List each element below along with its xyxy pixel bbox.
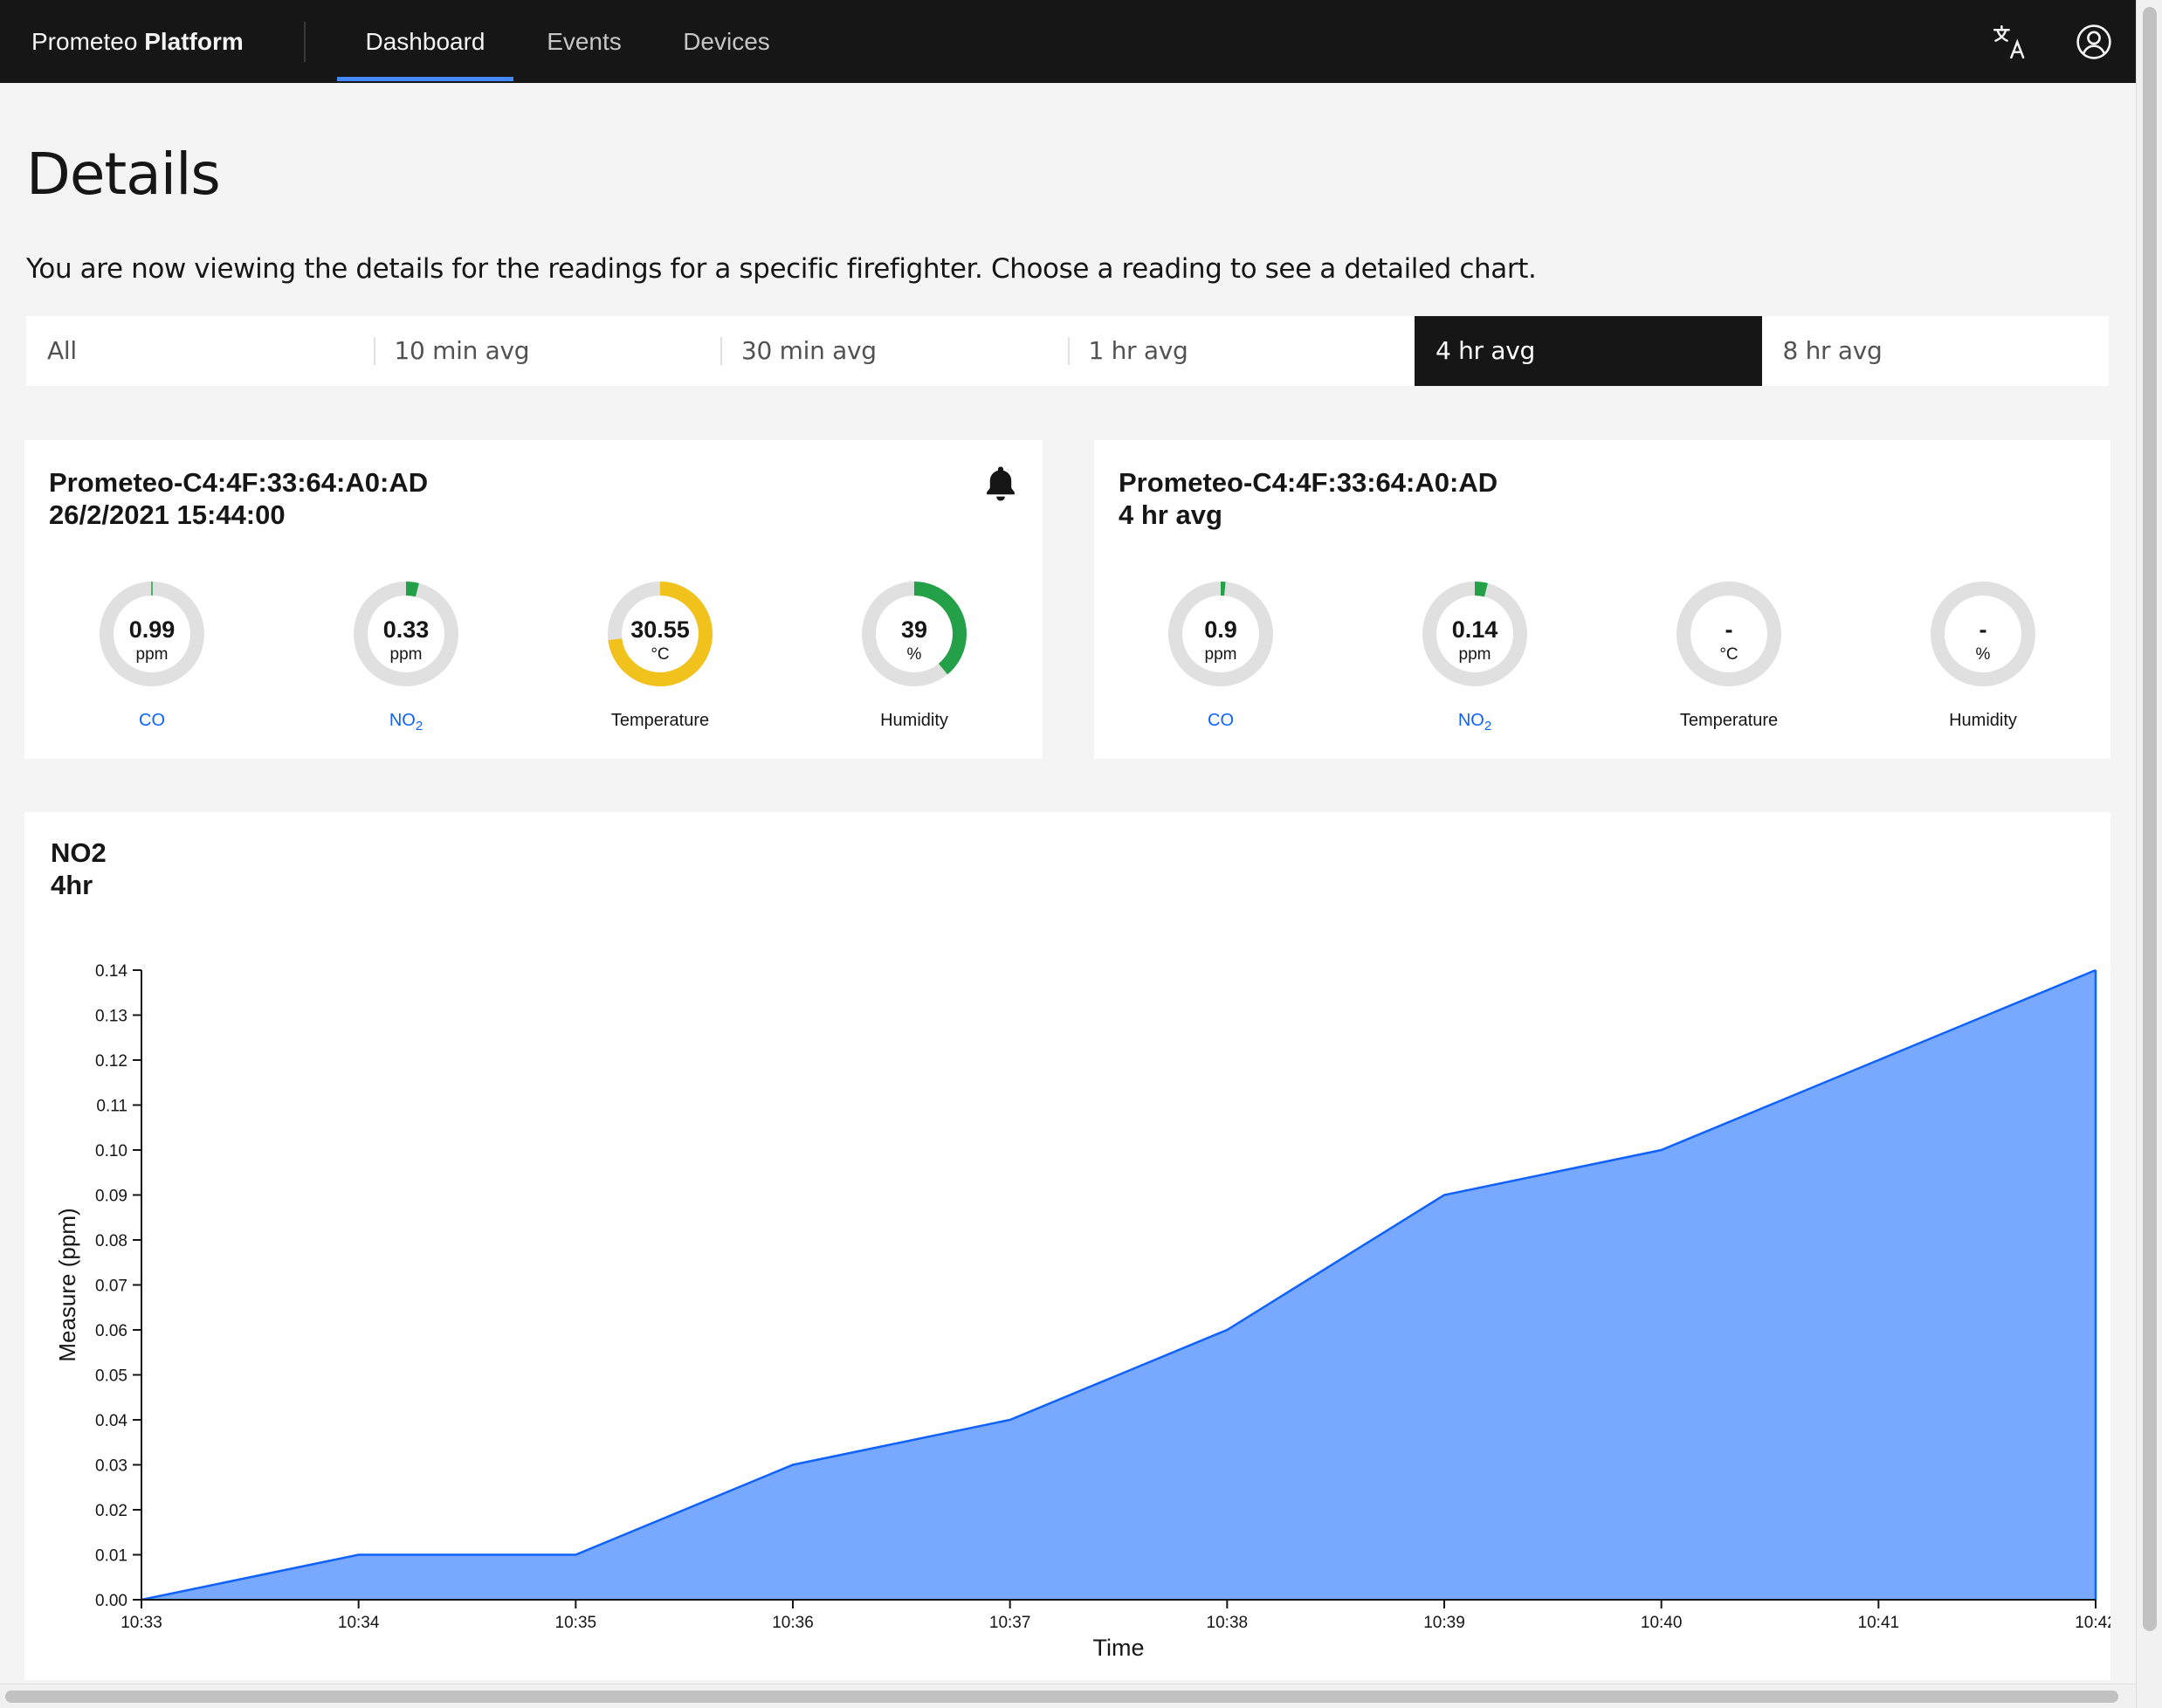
temperature-gauge: 30.55 °C Temperature bbox=[573, 580, 747, 731]
x-tick-label: 10:34 bbox=[338, 1614, 380, 1632]
vertical-scroll-thumb[interactable] bbox=[2143, 7, 2157, 1631]
y-tick-label: 0.09 bbox=[95, 1188, 127, 1206]
vertical-scrollbar[interactable] bbox=[2136, 0, 2162, 1708]
brand-prefix: Prometeo bbox=[31, 28, 138, 55]
y-tick-label: 0.13 bbox=[95, 1008, 127, 1026]
tab-8-hr-avg[interactable]: 8 hr avg bbox=[1762, 316, 2110, 386]
gauge-value: - bbox=[1725, 616, 1733, 643]
bell-icon[interactable] bbox=[983, 465, 1018, 503]
horizontal-scrollbar[interactable] bbox=[0, 1684, 2136, 1708]
page-title: Details bbox=[26, 141, 221, 208]
y-tick-label: 0.04 bbox=[95, 1412, 127, 1430]
tab-1-hr-avg[interactable]: 1 hr avg bbox=[1067, 316, 1415, 386]
gauge-label: Temperature bbox=[1679, 711, 1779, 730]
y-tick-label: 0.05 bbox=[95, 1367, 127, 1386]
tab-all[interactable]: All bbox=[26, 316, 374, 386]
period-tabs: All 10 min avg 30 min avg 1 hr avg 4 hr … bbox=[26, 316, 2109, 386]
y-tick-label: 0.06 bbox=[95, 1322, 127, 1340]
humidity-avg-gauge: - % Humidity bbox=[1896, 580, 2070, 731]
gauge-value: 0.9 bbox=[1204, 616, 1237, 643]
y-tick-label: 0.00 bbox=[95, 1592, 127, 1610]
y-tick-label: 0.02 bbox=[95, 1502, 127, 1520]
gauge-unit: ppm bbox=[1204, 645, 1237, 664]
tab-30-min-avg[interactable]: 30 min avg bbox=[720, 316, 1068, 386]
no2-chart-card: NO2 4hr 0.00 0.01 0.02 0.03 0.04 0.05 0.06 0.07… bbox=[24, 812, 2110, 1680]
gauge-value: 0.99 bbox=[128, 616, 176, 643]
y-tick-label: 0.10 bbox=[95, 1142, 127, 1160]
gauge-label: Humidity bbox=[880, 711, 948, 730]
area-fill bbox=[141, 970, 2096, 1600]
x-tick-label: 10:39 bbox=[1423, 1614, 1465, 1632]
co-avg-gauge: 0.9 ppm CO bbox=[1133, 580, 1308, 731]
horizontal-scroll-thumb[interactable] bbox=[5, 1691, 2118, 1703]
gauge-unit: % bbox=[906, 645, 922, 664]
y-tick-label: 0.01 bbox=[95, 1547, 127, 1566]
nav-events[interactable]: Events bbox=[531, 0, 637, 83]
avg-period: 4 hr avg bbox=[1119, 499, 1222, 530]
average-reading-card: Prometeo-C4:4F:33:64:A0:AD 4 hr avg 0.9 … bbox=[1094, 440, 2110, 759]
temperature-avg-gauge: - °C Temperature bbox=[1642, 580, 1816, 731]
y-tick-label: 0.11 bbox=[96, 1098, 127, 1116]
gauge-value: 30.55 bbox=[630, 616, 690, 643]
no2-avg-gauge: 0.14 ppm NO2 bbox=[1387, 580, 1562, 733]
gauge-value: 0.33 bbox=[382, 616, 430, 643]
co-avg-link[interactable]: CO bbox=[1133, 711, 1308, 731]
brand-bold: Platform bbox=[144, 28, 244, 55]
gauge-unit: °C bbox=[1719, 645, 1739, 664]
tab-10-min-avg[interactable]: 10 min avg bbox=[373, 316, 721, 386]
gauge-value: - bbox=[1979, 616, 1987, 643]
device-id: Prometeo-C4:4F:33:64:A0:AD bbox=[49, 467, 429, 498]
gauge-unit: ppm bbox=[135, 645, 169, 664]
header-divider bbox=[304, 22, 306, 62]
x-tick-label: 10:41 bbox=[1858, 1614, 1900, 1632]
gauge-label-sub: 2 bbox=[415, 719, 423, 733]
x-tick-label: 10:42 bbox=[2075, 1614, 2110, 1632]
y-tick-label: 0.12 bbox=[95, 1052, 127, 1071]
co-gauge: 0.99 ppm CO bbox=[65, 580, 239, 731]
gauge-label: Temperature bbox=[610, 711, 710, 730]
no2-link[interactable]: NO2 bbox=[319, 711, 493, 733]
gauge-label: Humidity bbox=[1949, 711, 2017, 730]
co-link[interactable]: CO bbox=[65, 711, 239, 731]
x-tick-label: 10:36 bbox=[772, 1614, 814, 1632]
gauge-unit: % bbox=[1975, 645, 1991, 664]
no2-gauge: 0.33 ppm NO2 bbox=[319, 580, 493, 733]
translate-icon[interactable] bbox=[1986, 17, 2035, 66]
current-card-title: Prometeo-C4:4F:33:64:A0:AD 26/2/2021 15:… bbox=[49, 466, 428, 531]
x-tick-label: 10:37 bbox=[989, 1614, 1031, 1632]
gauge-unit: °C bbox=[651, 645, 670, 664]
x-tick-label: 10:38 bbox=[1207, 1614, 1249, 1632]
nav-devices[interactable]: Devices bbox=[672, 0, 781, 83]
gauge-value: 0.14 bbox=[1451, 616, 1498, 643]
gauge-label-sub: 2 bbox=[1484, 719, 1492, 733]
gauge-label: NO bbox=[389, 711, 416, 730]
gauge-unit: ppm bbox=[389, 645, 423, 664]
user-avatar-icon[interactable] bbox=[2069, 17, 2118, 66]
y-tick-label: 0.03 bbox=[95, 1457, 127, 1476]
no2-area-chart: 0.00 0.01 0.02 0.03 0.04 0.05 0.06 0.07 0.08 0.09… bbox=[54, 962, 2110, 1661]
page-description: You are now viewing the details for the … bbox=[26, 253, 1537, 285]
gauge-unit: ppm bbox=[1458, 645, 1491, 664]
no2-avg-link[interactable]: NO2 bbox=[1387, 711, 1562, 733]
nav-dashboard[interactable]: Dashboard bbox=[337, 0, 513, 83]
gauge-label: NO bbox=[1457, 711, 1484, 730]
tab-4-hr-avg[interactable]: 4 hr avg bbox=[1415, 316, 1762, 386]
x-tick-label: 10:35 bbox=[555, 1614, 597, 1632]
brand-logo[interactable]: Prometeo Platform bbox=[31, 0, 244, 83]
gauge-value: 39 bbox=[900, 616, 928, 643]
x-tick-label: 10:33 bbox=[120, 1614, 162, 1632]
y-tick-label: 0.14 bbox=[95, 962, 127, 981]
y-axis-label: Measure (ppm) bbox=[54, 1208, 80, 1361]
humidity-gauge: 39 % Humidity bbox=[827, 580, 1002, 731]
y-tick-label: 0.07 bbox=[95, 1278, 127, 1296]
current-reading-card: Prometeo-C4:4F:33:64:A0:AD 26/2/2021 15:… bbox=[24, 440, 1043, 759]
reading-timestamp: 26/2/2021 15:44:00 bbox=[49, 499, 286, 530]
x-axis-label: Time bbox=[1093, 1635, 1145, 1661]
device-id: Prometeo-C4:4F:33:64:A0:AD bbox=[1119, 467, 1498, 498]
top-navigation-bar: Prometeo Platform Dashboard Events Devic… bbox=[0, 0, 2136, 83]
avg-card-title: Prometeo-C4:4F:33:64:A0:AD 4 hr avg bbox=[1119, 466, 1498, 531]
y-tick-label: 0.08 bbox=[95, 1232, 127, 1250]
x-tick-label: 10:40 bbox=[1641, 1614, 1683, 1632]
